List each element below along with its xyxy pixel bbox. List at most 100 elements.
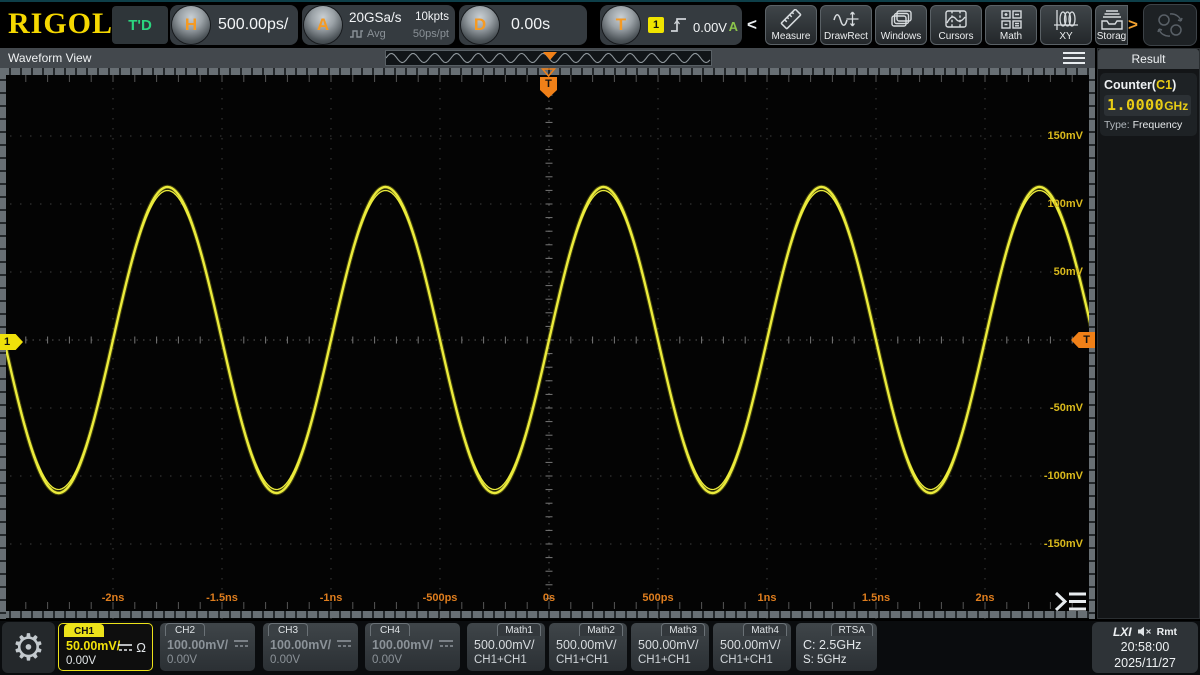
trigger-button[interactable]: T [602,6,640,44]
math-tab[interactable]: Math3 [661,623,705,636]
menu-icon[interactable] [1063,52,1085,64]
math-scale: 500.00mV/ [720,638,781,652]
delay-group: D 0.00s [459,5,587,45]
channel-tab[interactable]: CH4 [370,623,411,636]
storage-icon [1100,10,1123,30]
y-tick-label: 150mV [1047,130,1083,142]
drawrect-button[interactable]: DrawRect [820,5,872,45]
expand-results-icon[interactable] [1052,589,1090,614]
storage-button[interactable]: Storag [1095,5,1128,45]
preview-position-marker[interactable] [543,52,557,60]
delay-value[interactable]: 0.00s [511,5,550,45]
avg-waveform-icon [350,30,363,38]
math-box-math1[interactable]: Math1 500.00mV/ CH1+CH1 [467,623,545,671]
trigger-level[interactable]: 0.00V [693,20,727,35]
horizontal-button[interactable]: H [172,6,210,44]
channel-icons: Ω [117,640,146,655]
xy-icon [1054,10,1078,30]
channel-scale: 50.00mV/ [66,639,121,653]
trigger-status: T'D [112,6,168,44]
horizontal-scale[interactable]: 500.00ps/ [218,5,288,45]
channel-offset: 0.00V [167,654,198,666]
acquisition-preview-bar[interactable] [385,50,712,66]
toolbar-scroll-left-icon[interactable]: < [747,5,757,45]
remote-indicator: Rmt [1156,625,1178,638]
rtsa-center: C: 2.5GHz [803,638,862,652]
waveform-plot[interactable]: T 1 T -2ns -1.5ns -1ns -500ps 0s 500ps 1ns 1.5n… [0,68,1095,619]
x-tick-label: 0s [542,592,556,604]
system-indicators: LXI Rmt [1092,624,1198,639]
rising-edge-icon [671,18,686,32]
dc-coupling-icon [118,644,133,651]
math-box-math3[interactable]: Math3 500.00mV/ CH1+CH1 [631,623,709,671]
windows-icon [891,10,912,27]
channel-tab[interactable]: CH2 [165,623,206,636]
measure-button[interactable]: Measure [765,5,817,45]
cursors-button[interactable]: Cursors [930,5,982,45]
display-swap-button[interactable] [1143,4,1197,46]
horizontal-group: H 500.00ps/ [170,5,298,45]
acquire-mode[interactable]: Avg [349,28,386,40]
bottom-ruler[interactable] [0,611,1095,618]
channel-offset: 0.00V [66,655,97,667]
channel-box-ch2[interactable]: CH2 100.00mV/ 0.00V [160,623,255,671]
math-tab[interactable]: Math1 [497,623,541,636]
channel-scale: 100.00mV/ [270,638,332,652]
math-scale: 500.00mV/ [638,638,699,652]
math-expression: CH1+CH1 [556,654,609,666]
dc-coupling-icon [439,640,453,647]
trigger-group: T 1 0.00V A [600,5,742,45]
math-scale: 500.00mV/ [474,638,535,652]
rtsa-span: S: 5GHz [803,654,847,666]
math-tab[interactable]: Math2 [579,623,623,636]
dc-coupling-icon [337,640,351,647]
counter-type: Type: Frequency [1104,119,1183,131]
settings-gear-button[interactable]: ⚙ [2,622,55,673]
system-date: 2025/11/27 [1114,656,1176,670]
x-tick-label: -1ns [319,592,343,604]
math-expression: CH1+CH1 [474,654,527,666]
result-panel-title: Result [1098,49,1199,69]
speaker-muted-icon [1137,626,1151,637]
math-button[interactable]: Math [985,5,1037,45]
acquire-button[interactable]: A [304,6,342,44]
channel-scale: 100.00mV/ [372,638,434,652]
sample-rate[interactable]: 20GSa/s [349,10,402,25]
math-box-math4[interactable]: Math4 500.00mV/ CH1+CH1 [713,623,791,671]
x-tick-label: 1.5ns [861,592,891,604]
bottom-status-bar: ⚙ CH1 50.00mV/ Ω 0.00V CH2 100.00mV/ 0.00… [0,621,1200,675]
system-status-box[interactable]: LXI Rmt 20:58:00 2025/11/27 [1092,622,1198,673]
channel-tab[interactable]: CH1 [64,624,105,637]
channel-box-ch1[interactable]: CH1 50.00mV/ Ω 0.00V [58,623,153,671]
measure-ruler-icon [780,9,802,30]
waveform-title-bar: Waveform View [0,48,1095,68]
channel-box-ch4[interactable]: CH4 100.00mV/ 0.00V [365,623,460,671]
swap-screens-icon [1157,13,1183,37]
channel-tab[interactable]: CH3 [268,623,309,636]
toolbar-scroll-right-icon[interactable]: > [1128,5,1138,45]
xy-button[interactable]: XY [1040,5,1092,45]
math-box-math2[interactable]: Math2 500.00mV/ CH1+CH1 [549,623,627,671]
rtsa-box[interactable]: RTSA C: 2.5GHz S: 5GHz [796,623,877,671]
top-bar: RIGOL T'D H 500.00ps/ A 20GSa/s Avg 10kp… [0,0,1200,46]
math-expression: CH1+CH1 [720,654,773,666]
rtsa-tab[interactable]: RTSA [830,623,873,636]
channel-offset: 0.00V [372,654,403,666]
trigger-source-badge[interactable]: 1 [648,17,664,33]
channel-box-ch3[interactable]: CH3 100.00mV/ 0.00V [263,623,358,671]
y-tick-label: 50mV [1053,266,1083,278]
math-tab[interactable]: Math4 [743,623,787,636]
delay-button[interactable]: D [461,6,499,44]
counter-result-card[interactable]: Counter(C1) 1.0000GHz Type: Frequency [1100,73,1197,136]
impedance-label: Ω [136,640,146,655]
dc-coupling-icon [234,640,248,647]
x-tick-label: 2ns [975,592,995,604]
memory-depth[interactable]: 10kpts [415,11,449,23]
windows-button[interactable]: Windows [875,5,927,45]
waveform-view-title: Waveform View [8,51,92,65]
gear-icon: ⚙ [11,626,46,669]
waveform-grid [0,68,1095,619]
channel-icons [233,639,249,648]
trigger-position-arrow-icon [541,68,556,77]
acquisition-group: A 20GSa/s Avg 10kpts 50ps/pt [302,5,455,45]
